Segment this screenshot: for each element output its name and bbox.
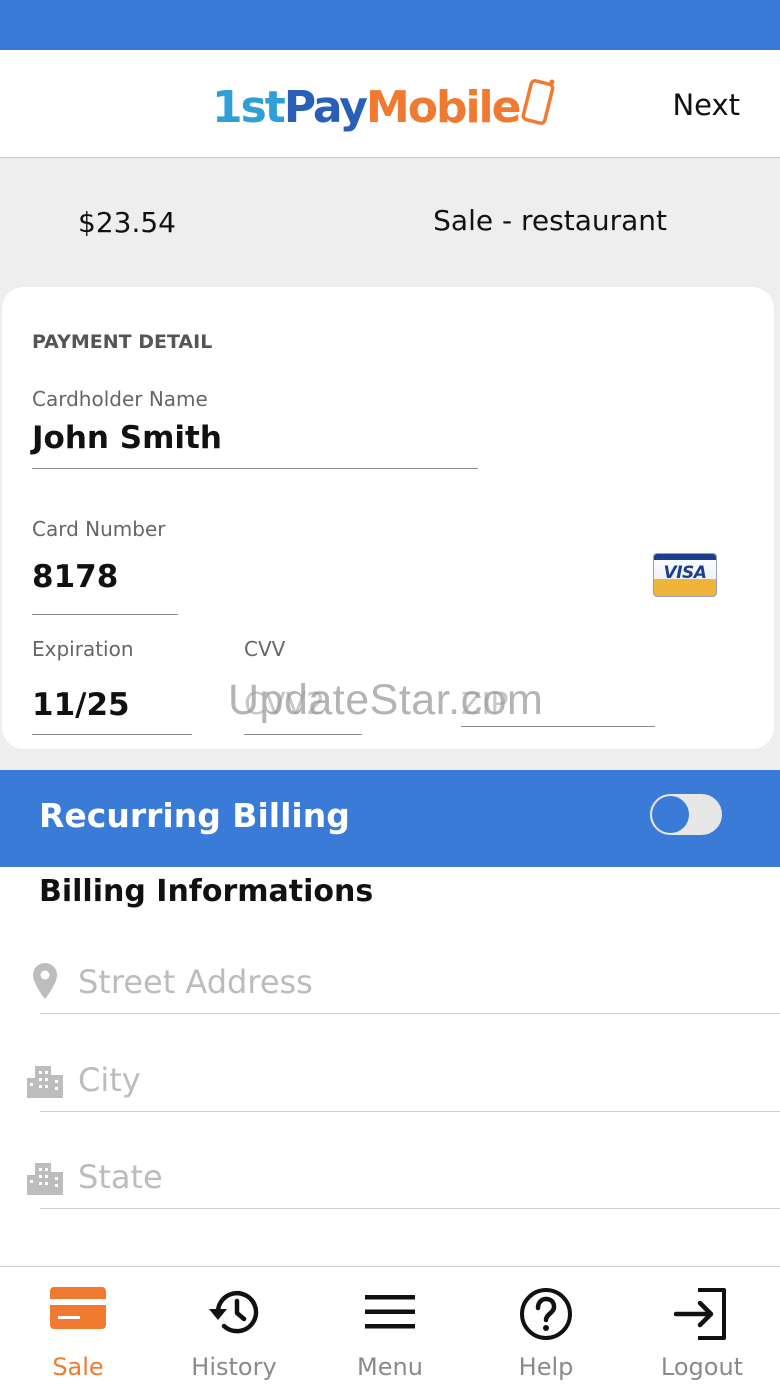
expiration-label: Expiration <box>32 637 134 661</box>
card-brand-label: VISA <box>663 563 707 583</box>
street-address-underline <box>40 1013 780 1014</box>
cvv-underline <box>244 734 362 735</box>
next-button[interactable]: Next <box>672 88 740 122</box>
card-number-label: Card Number <box>32 517 166 541</box>
tab-menu[interactable]: Menu <box>312 1267 468 1388</box>
logo-text-pay: Pay <box>283 82 368 133</box>
tab-logout[interactable]: Logout <box>624 1267 780 1388</box>
toggle-knob <box>652 796 689 833</box>
tab-history[interactable]: History <box>156 1267 312 1388</box>
city-row <box>0 1048 780 1128</box>
billing-info-title: Billing Informations <box>39 874 374 909</box>
bottom-tab-bar: Sale History Menu Help Logout <box>0 1266 780 1388</box>
menu-icon <box>365 1295 415 1333</box>
state-icon <box>26 1159 64 1199</box>
street-address-row <box>0 950 780 1030</box>
tab-help-label: Help <box>518 1353 574 1381</box>
logo-phone-icon <box>521 76 557 132</box>
card-number-underline <box>32 614 178 615</box>
sale-type: Sale - restaurant <box>433 204 667 237</box>
app-logo: 1st Pay Mobile <box>212 76 557 136</box>
street-address-input[interactable] <box>78 960 738 1004</box>
cardholder-name-underline <box>32 468 478 469</box>
city-input[interactable] <box>78 1058 738 1102</box>
visa-card-icon: VISA <box>653 553 717 597</box>
tab-sale-label: Sale <box>52 1353 104 1381</box>
recurring-billing-bar: Recurring Billing <box>0 770 780 867</box>
recurring-billing-toggle[interactable] <box>648 792 724 837</box>
watermark: UpdateStar.com <box>228 676 544 724</box>
status-bar <box>0 0 780 50</box>
city-underline <box>40 1111 780 1112</box>
payment-detail-title: PAYMENT DETAIL <box>32 331 213 353</box>
logout-icon <box>673 1287 730 1345</box>
help-icon <box>519 1287 573 1345</box>
tab-sale[interactable]: Sale <box>0 1267 156 1388</box>
zip-underline <box>461 726 655 727</box>
state-underline <box>40 1208 780 1209</box>
card-icon <box>50 1287 106 1333</box>
logo-text-1st: 1st <box>212 82 286 133</box>
logo-text-mobile: Mobile <box>365 82 522 133</box>
expiration-underline <box>32 734 192 735</box>
state-input[interactable] <box>78 1155 738 1199</box>
tab-logout-label: Logout <box>660 1353 744 1381</box>
tab-help[interactable]: Help <box>468 1267 624 1388</box>
city-icon <box>26 1062 64 1102</box>
tab-history-label: History <box>191 1353 277 1381</box>
history-icon <box>206 1287 262 1341</box>
location-pin-icon <box>32 962 58 1004</box>
cardholder-name-label: Cardholder Name <box>32 387 208 411</box>
expiration-field[interactable]: 11/25 <box>32 687 130 723</box>
card-number-field[interactable]: 8178 <box>32 559 118 595</box>
tab-menu-label: Menu <box>357 1353 423 1381</box>
state-row <box>0 1145 780 1225</box>
recurring-billing-label: Recurring Billing <box>39 796 350 835</box>
app-header: 1st Pay Mobile Next <box>0 50 780 158</box>
sale-amount: $23.54 <box>78 206 176 239</box>
cardholder-name-field[interactable]: John Smith <box>32 420 222 456</box>
cvv-label: CVV <box>244 637 286 661</box>
